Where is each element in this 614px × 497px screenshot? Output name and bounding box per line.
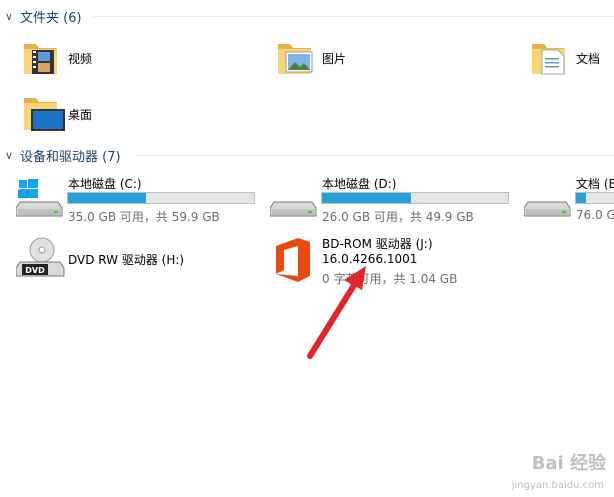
red-arrow-annotation [307, 266, 366, 359]
watermark-logo: Bai 经验 [531, 453, 606, 474]
watermark-url: jingyan.baidu.com [511, 480, 604, 491]
